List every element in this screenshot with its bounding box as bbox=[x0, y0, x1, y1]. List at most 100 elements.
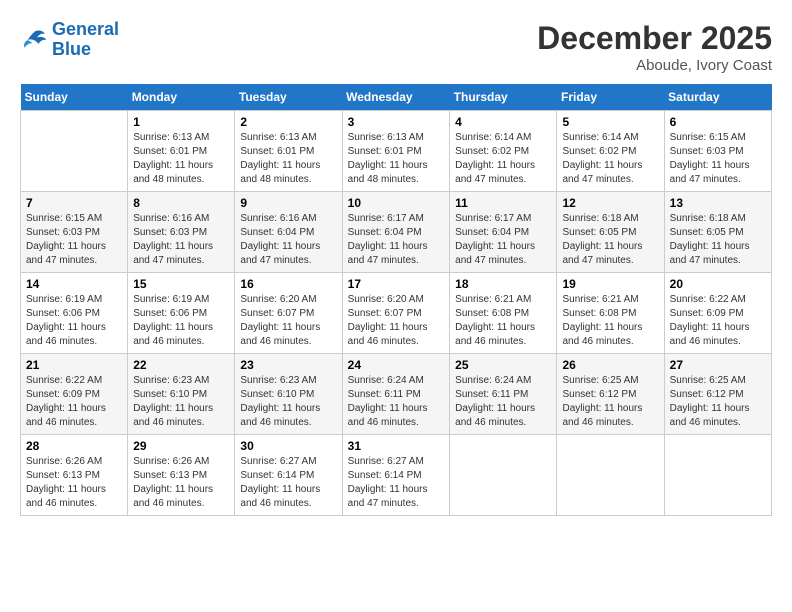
day-number: 21 bbox=[26, 358, 122, 372]
calendar-cell: 27 Sunrise: 6:25 AMSunset: 6:12 PMDayligh… bbox=[664, 354, 771, 435]
day-info: Sunrise: 6:15 AMSunset: 6:03 PMDaylight:… bbox=[26, 212, 122, 268]
calendar-cell: 5 Sunrise: 6:14 AMSunset: 6:02 PMDaylight… bbox=[557, 111, 664, 192]
day-info: Sunrise: 6:15 AMSunset: 6:03 PMDaylight:… bbox=[670, 131, 766, 187]
day-info: Sunrise: 6:17 AMSunset: 6:04 PMDaylight:… bbox=[455, 212, 551, 268]
calendar-cell: 16Sunrise: 6:20 AMSunset: 6:07 PMDayligh… bbox=[235, 273, 342, 354]
calendar-cell bbox=[450, 435, 557, 516]
location-title: Aboude, Ivory Coast bbox=[537, 57, 772, 74]
day-number: 27 bbox=[670, 358, 766, 372]
calendar-cell: 4 Sunrise: 6:14 AMSunset: 6:02 PMDaylight… bbox=[450, 111, 557, 192]
day-info: Sunrise: 6:22 AMSunset: 6:09 PMDaylight:… bbox=[26, 374, 122, 430]
calendar-cell: 30Sunrise: 6:27 AMSunset: 6:14 PMDayligh… bbox=[235, 435, 342, 516]
day-number: 31 bbox=[348, 439, 445, 453]
day-number: 24 bbox=[348, 358, 445, 372]
weekday-header: Sunday bbox=[21, 84, 128, 111]
month-title: December 2025 bbox=[537, 20, 772, 57]
calendar-cell bbox=[664, 435, 771, 516]
calendar-cell: 6 Sunrise: 6:15 AMSunset: 6:03 PMDaylight… bbox=[664, 111, 771, 192]
day-number: 9 bbox=[240, 196, 336, 210]
calendar-cell: 15 Sunrise: 6:19 AMSunset: 6:06 PMDayligh… bbox=[128, 273, 235, 354]
day-info: Sunrise: 6:17 AMSunset: 6:04 PMDaylight:… bbox=[348, 212, 445, 268]
calendar-cell: 1 Sunrise: 6:13 AMSunset: 6:01 PMDaylight… bbox=[128, 111, 235, 192]
day-number: 3 bbox=[348, 115, 445, 129]
weekday-header: Friday bbox=[557, 84, 664, 111]
day-number: 10 bbox=[348, 196, 445, 210]
day-info: Sunrise: 6:23 AMSunset: 6:10 PMDaylight:… bbox=[240, 374, 336, 430]
day-info: Sunrise: 6:24 AMSunset: 6:11 PMDaylight:… bbox=[348, 374, 445, 430]
day-number: 4 bbox=[455, 115, 551, 129]
day-number: 7 bbox=[26, 196, 122, 210]
day-info: Sunrise: 6:20 AMSunset: 6:07 PMDaylight:… bbox=[240, 293, 336, 349]
day-info: Sunrise: 6:25 AMSunset: 6:12 PMDaylight:… bbox=[670, 374, 766, 430]
calendar-cell: 29Sunrise: 6:26 AMSunset: 6:13 PMDayligh… bbox=[128, 435, 235, 516]
day-number: 14 bbox=[26, 277, 122, 291]
calendar-cell: 13 Sunrise: 6:18 AMSunset: 6:05 PMDayligh… bbox=[664, 192, 771, 273]
calendar-week-row: 14 Sunrise: 6:19 AMSunset: 6:06 PMDayligh… bbox=[21, 273, 772, 354]
calendar-cell: 9 Sunrise: 6:16 AMSunset: 6:04 PMDaylight… bbox=[235, 192, 342, 273]
calendar-cell: 21 Sunrise: 6:22 AMSunset: 6:09 PMDayligh… bbox=[21, 354, 128, 435]
day-number: 6 bbox=[670, 115, 766, 129]
day-info: Sunrise: 6:16 AMSunset: 6:04 PMDaylight:… bbox=[240, 212, 336, 268]
calendar-cell: 22Sunrise: 6:23 AMSunset: 6:10 PMDayligh… bbox=[128, 354, 235, 435]
calendar-week-row: 28Sunrise: 6:26 AMSunset: 6:13 PMDayligh… bbox=[21, 435, 772, 516]
page-header: General Blue December 2025 Aboude, Ivory… bbox=[20, 20, 772, 74]
day-number: 5 bbox=[562, 115, 658, 129]
calendar-cell: 20Sunrise: 6:22 AMSunset: 6:09 PMDayligh… bbox=[664, 273, 771, 354]
day-info: Sunrise: 6:20 AMSunset: 6:07 PMDaylight:… bbox=[348, 293, 445, 349]
day-info: Sunrise: 6:14 AMSunset: 6:02 PMDaylight:… bbox=[562, 131, 658, 187]
logo-text: General Blue bbox=[52, 20, 119, 60]
calendar-cell bbox=[557, 435, 664, 516]
day-info: Sunrise: 6:13 AMSunset: 6:01 PMDaylight:… bbox=[133, 131, 229, 187]
calendar-cell: 10 Sunrise: 6:17 AMSunset: 6:04 PMDayligh… bbox=[342, 192, 450, 273]
day-number: 11 bbox=[455, 196, 551, 210]
weekday-header-row: SundayMondayTuesdayWednesdayThursdayFrid… bbox=[21, 84, 772, 111]
calendar-cell: 24 Sunrise: 6:24 AMSunset: 6:11 PMDayligh… bbox=[342, 354, 450, 435]
day-info: Sunrise: 6:13 AMSunset: 6:01 PMDaylight:… bbox=[348, 131, 445, 187]
day-info: Sunrise: 6:26 AMSunset: 6:13 PMDaylight:… bbox=[26, 455, 122, 511]
day-info: Sunrise: 6:27 AMSunset: 6:14 PMDaylight:… bbox=[240, 455, 336, 511]
calendar-cell: 7 Sunrise: 6:15 AMSunset: 6:03 PMDaylight… bbox=[21, 192, 128, 273]
weekday-header: Wednesday bbox=[342, 84, 450, 111]
day-info: Sunrise: 6:19 AMSunset: 6:06 PMDaylight:… bbox=[133, 293, 229, 349]
weekday-header: Tuesday bbox=[235, 84, 342, 111]
calendar-cell: 8 Sunrise: 6:16 AMSunset: 6:03 PMDaylight… bbox=[128, 192, 235, 273]
day-info: Sunrise: 6:26 AMSunset: 6:13 PMDaylight:… bbox=[133, 455, 229, 511]
calendar-cell: 2 Sunrise: 6:13 AMSunset: 6:01 PMDaylight… bbox=[235, 111, 342, 192]
calendar-cell: 23 Sunrise: 6:23 AMSunset: 6:10 PMDayligh… bbox=[235, 354, 342, 435]
day-info: Sunrise: 6:24 AMSunset: 6:11 PMDaylight:… bbox=[455, 374, 551, 430]
calendar-week-row: 7 Sunrise: 6:15 AMSunset: 6:03 PMDaylight… bbox=[21, 192, 772, 273]
calendar-cell: 3 Sunrise: 6:13 AMSunset: 6:01 PMDaylight… bbox=[342, 111, 450, 192]
day-info: Sunrise: 6:27 AMSunset: 6:14 PMDaylight:… bbox=[348, 455, 445, 511]
calendar-cell: 26Sunrise: 6:25 AMSunset: 6:12 PMDayligh… bbox=[557, 354, 664, 435]
calendar-cell: 28Sunrise: 6:26 AMSunset: 6:13 PMDayligh… bbox=[21, 435, 128, 516]
logo: General Blue bbox=[20, 20, 119, 60]
calendar-cell: 31 Sunrise: 6:27 AMSunset: 6:14 PMDayligh… bbox=[342, 435, 450, 516]
logo-icon bbox=[20, 26, 48, 54]
calendar-cell: 18Sunrise: 6:21 AMSunset: 6:08 PMDayligh… bbox=[450, 273, 557, 354]
calendar-cell: 14 Sunrise: 6:19 AMSunset: 6:06 PMDayligh… bbox=[21, 273, 128, 354]
day-info: Sunrise: 6:19 AMSunset: 6:06 PMDaylight:… bbox=[26, 293, 122, 349]
calendar-cell: 17Sunrise: 6:20 AMSunset: 6:07 PMDayligh… bbox=[342, 273, 450, 354]
day-number: 15 bbox=[133, 277, 229, 291]
day-number: 1 bbox=[133, 115, 229, 129]
day-info: Sunrise: 6:18 AMSunset: 6:05 PMDaylight:… bbox=[562, 212, 658, 268]
day-number: 23 bbox=[240, 358, 336, 372]
day-number: 26 bbox=[562, 358, 658, 372]
weekday-header: Monday bbox=[128, 84, 235, 111]
calendar-week-row: 21 Sunrise: 6:22 AMSunset: 6:09 PMDayligh… bbox=[21, 354, 772, 435]
day-info: Sunrise: 6:13 AMSunset: 6:01 PMDaylight:… bbox=[240, 131, 336, 187]
calendar-cell bbox=[21, 111, 128, 192]
calendar-table: SundayMondayTuesdayWednesdayThursdayFrid… bbox=[20, 84, 772, 516]
day-number: 13 bbox=[670, 196, 766, 210]
calendar-cell: 25Sunrise: 6:24 AMSunset: 6:11 PMDayligh… bbox=[450, 354, 557, 435]
day-info: Sunrise: 6:18 AMSunset: 6:05 PMDaylight:… bbox=[670, 212, 766, 268]
day-number: 22 bbox=[133, 358, 229, 372]
day-info: Sunrise: 6:22 AMSunset: 6:09 PMDaylight:… bbox=[670, 293, 766, 349]
day-info: Sunrise: 6:16 AMSunset: 6:03 PMDaylight:… bbox=[133, 212, 229, 268]
day-number: 2 bbox=[240, 115, 336, 129]
day-info: Sunrise: 6:14 AMSunset: 6:02 PMDaylight:… bbox=[455, 131, 551, 187]
day-number: 18 bbox=[455, 277, 551, 291]
day-number: 19 bbox=[562, 277, 658, 291]
day-number: 12 bbox=[562, 196, 658, 210]
day-number: 8 bbox=[133, 196, 229, 210]
